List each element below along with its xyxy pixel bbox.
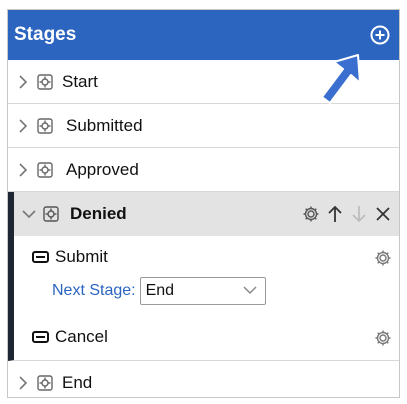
- next-stage-label: Next Stage:: [52, 282, 136, 299]
- chevron-right-icon[interactable]: [16, 376, 30, 390]
- stage-row-submitted[interactable]: Submitted: [8, 104, 399, 148]
- stage-row-end[interactable]: End: [8, 361, 399, 397]
- action-settings-gear-icon[interactable]: [373, 248, 393, 273]
- stage-gear-icon: [36, 374, 54, 392]
- move-up-icon[interactable]: [325, 204, 345, 224]
- stage-label: Denied: [70, 204, 127, 223]
- chevron-down-icon: [243, 282, 257, 300]
- action-button-icon: [32, 331, 49, 343]
- stage-gear-icon: [36, 161, 54, 179]
- stage-gear-icon: [42, 205, 60, 223]
- stage-label: Submitted: [66, 115, 143, 135]
- stage-label: Approved: [66, 159, 139, 179]
- stage-toolbar: [301, 204, 399, 224]
- delete-icon[interactable]: [373, 204, 393, 224]
- next-stage-select[interactable]: End: [139, 277, 266, 305]
- stage-expanded-denied: Denied Submit Next Stage: End Cancel: [8, 192, 399, 361]
- chevron-right-icon[interactable]: [16, 162, 30, 177]
- stage-row-approved[interactable]: Approved: [8, 148, 399, 192]
- chevron-down-icon[interactable]: [22, 207, 36, 221]
- action-settings-gear-icon[interactable]: [373, 328, 393, 353]
- stage-gear-icon: [36, 117, 54, 135]
- move-down-icon[interactable]: [349, 204, 369, 224]
- stage-row-denied[interactable]: Denied: [14, 192, 399, 236]
- settings-gear-icon[interactable]: [301, 204, 321, 224]
- stage-gear-icon: [36, 73, 54, 91]
- next-stage-row: Next Stage: End: [14, 274, 399, 308]
- action-row-cancel[interactable]: Cancel: [14, 320, 399, 354]
- stage-label: Start: [62, 71, 98, 91]
- action-row-submit[interactable]: Submit: [14, 240, 399, 274]
- action-label: Submit: [55, 247, 108, 266]
- pointer-arrow-icon: [321, 54, 361, 104]
- action-label: Cancel: [55, 327, 108, 346]
- stage-label: End: [62, 373, 93, 392]
- add-stage-icon[interactable]: [369, 24, 391, 46]
- action-button-icon: [32, 251, 49, 263]
- next-stage-value: End: [145, 282, 175, 299]
- chevron-right-icon[interactable]: [16, 74, 30, 89]
- stages-title: Stages: [14, 24, 77, 45]
- chevron-right-icon[interactable]: [16, 118, 30, 133]
